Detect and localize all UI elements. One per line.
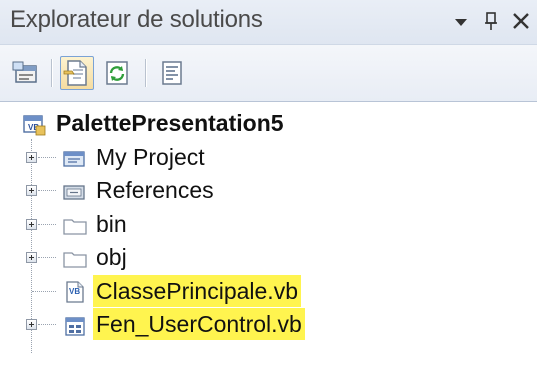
- solution-tree: VB PalettePresentation5 My Project Refer…: [0, 103, 537, 376]
- expand-icon[interactable]: [26, 219, 37, 230]
- pin-icon[interactable]: [482, 6, 500, 44]
- toolbar-separator: [51, 59, 53, 87]
- tree-connector: [38, 324, 56, 326]
- tree-connector: [38, 224, 56, 226]
- tree-item-label: ClassePrincipale.vb: [93, 275, 301, 307]
- tree-item-label: My Project: [96, 144, 205, 170]
- tree-root[interactable]: VB PalettePresentation5: [0, 107, 537, 139]
- panel-title: Explorateur de solutions: [10, 6, 263, 33]
- tree-connector: [38, 257, 56, 259]
- tree-connector: [38, 157, 56, 159]
- folder-icon: [62, 213, 87, 235]
- title-bar[interactable]: Explorateur de solutions: [0, 0, 537, 44]
- tree-item-label: Fen_UserControl.vb: [93, 308, 305, 340]
- close-icon[interactable]: [510, 6, 532, 44]
- folder-icon: [62, 246, 87, 268]
- tree-item-my-project[interactable]: My Project: [0, 141, 537, 173]
- solution-explorer-panel: Explorateur de solutions VB PalettePrese…: [0, 0, 537, 376]
- tree-item-label: References: [96, 177, 214, 203]
- toolbar-separator: [145, 59, 147, 87]
- tree-item-fen-usercontrol[interactable]: Fen_UserControl.vb: [0, 308, 537, 340]
- tree-item-references[interactable]: References: [0, 174, 537, 206]
- tree-item-classeprincipale[interactable]: VB ClassePrincipale.vb: [0, 275, 537, 307]
- my-project-icon: [62, 146, 85, 168]
- tree-item-label: bin: [96, 211, 127, 237]
- vb-file-icon: VB: [64, 280, 86, 303]
- project-name: PalettePresentation5: [56, 110, 284, 136]
- properties-icon[interactable]: [10, 56, 44, 90]
- expand-icon[interactable]: [26, 152, 37, 163]
- view-code-icon[interactable]: [155, 56, 189, 90]
- tree-item-label: obj: [96, 244, 127, 270]
- expand-icon[interactable]: [26, 252, 37, 263]
- tree-connector: [32, 291, 56, 293]
- usercontrol-icon: [64, 313, 86, 336]
- references-icon: [62, 179, 85, 201]
- expand-icon[interactable]: [26, 319, 37, 330]
- tree-item-obj[interactable]: obj: [0, 241, 537, 273]
- svg-text:VB: VB: [69, 287, 80, 296]
- dropdown-icon[interactable]: [452, 6, 470, 44]
- vb-project-icon: VB: [22, 112, 46, 136]
- refresh-icon[interactable]: [100, 56, 134, 90]
- toolbar: [0, 44, 537, 102]
- tree-item-bin[interactable]: bin: [0, 208, 537, 240]
- expand-icon[interactable]: [26, 185, 37, 196]
- show-all-files-icon[interactable]: [60, 56, 94, 90]
- tree-connector: [38, 190, 56, 192]
